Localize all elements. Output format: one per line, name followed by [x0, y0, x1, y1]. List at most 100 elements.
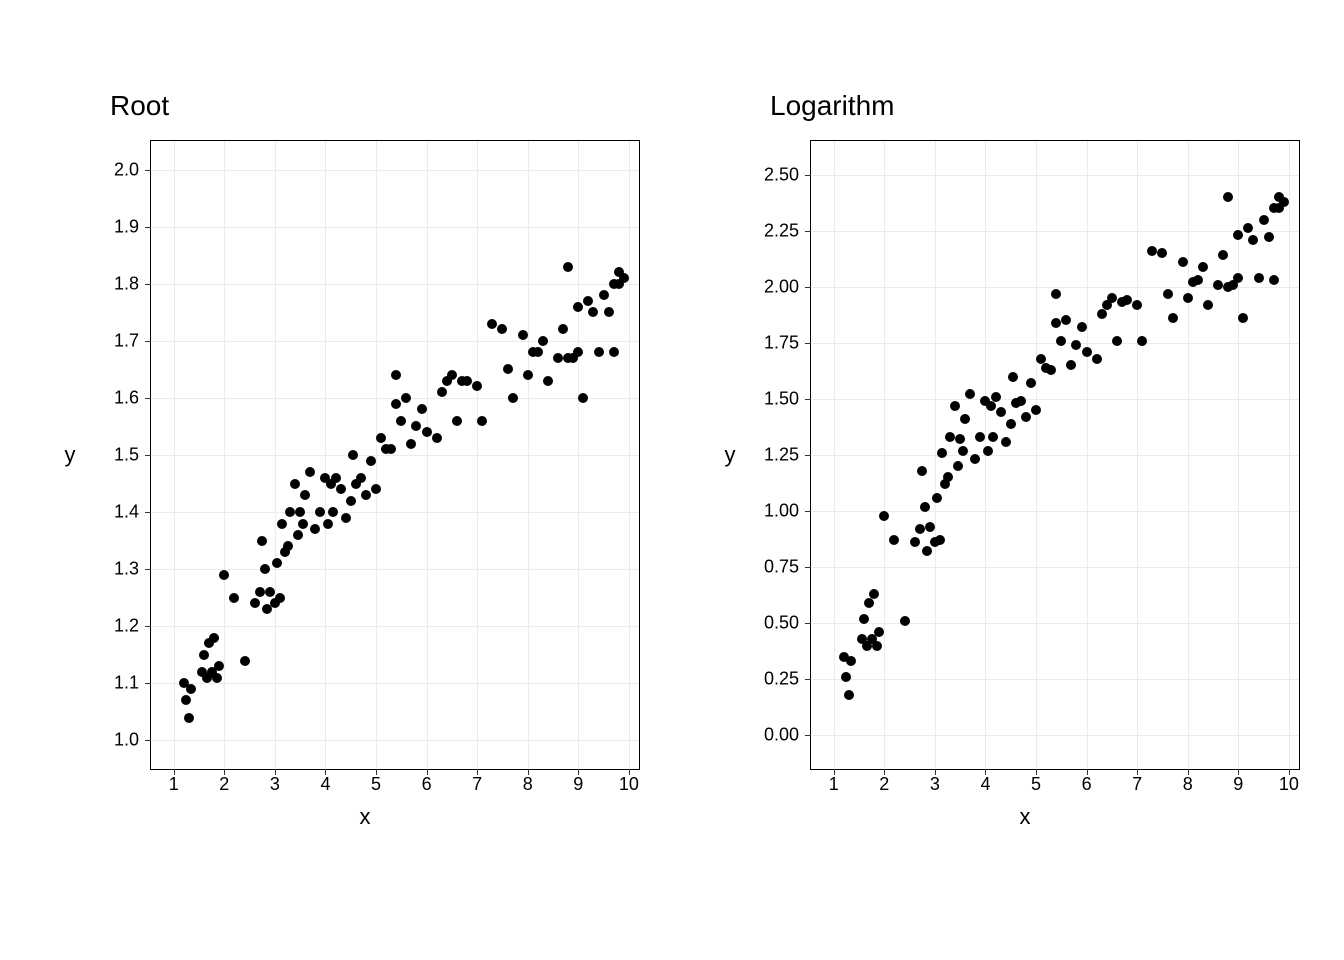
data-point — [578, 393, 588, 403]
data-point — [1107, 293, 1117, 303]
data-point — [472, 381, 482, 391]
tick-mark-y — [805, 679, 811, 680]
data-point — [1046, 365, 1056, 375]
data-point — [386, 444, 396, 454]
data-point — [275, 593, 285, 603]
tick-label-y: 1.25 — [764, 445, 799, 466]
data-point — [1021, 412, 1031, 422]
data-point — [497, 324, 507, 334]
data-point — [315, 507, 325, 517]
chart-canvas: Root y x 123456789101.01.11.21.31.41.51.… — [0, 0, 1344, 960]
data-point — [452, 416, 462, 426]
data-point — [975, 432, 985, 442]
data-point — [1168, 313, 1178, 323]
data-point — [518, 330, 528, 340]
data-point — [841, 672, 851, 682]
data-point — [920, 502, 930, 512]
data-point — [346, 496, 356, 506]
data-point — [411, 421, 421, 431]
tick-mark-y — [805, 623, 811, 624]
data-point — [214, 661, 224, 671]
tick-label-y: 1.50 — [764, 388, 799, 409]
tick-mark-y — [805, 511, 811, 512]
data-point — [932, 493, 942, 503]
data-point — [558, 324, 568, 334]
panel-root: Root y x 123456789101.01.11.21.31.41.51.… — [80, 110, 650, 850]
data-point — [336, 484, 346, 494]
data-point — [917, 466, 927, 476]
tick-mark-y — [805, 175, 811, 176]
data-point — [563, 262, 573, 272]
tick-label-y: 1.6 — [114, 387, 139, 408]
tick-mark-y — [145, 569, 151, 570]
data-point — [219, 570, 229, 580]
data-point — [361, 490, 371, 500]
data-point — [874, 627, 884, 637]
data-point — [986, 401, 996, 411]
tick-label-x: 10 — [619, 774, 639, 795]
y-axis-label-log: y — [725, 442, 736, 468]
data-point — [1112, 336, 1122, 346]
tick-mark-y — [805, 343, 811, 344]
data-point — [212, 673, 222, 683]
data-point — [1097, 309, 1107, 319]
data-point — [533, 347, 543, 357]
tick-mark-y — [805, 399, 811, 400]
data-point — [1233, 230, 1243, 240]
data-point — [609, 347, 619, 357]
tick-label-x: 7 — [472, 774, 482, 795]
data-point — [553, 353, 563, 363]
data-point — [1248, 235, 1258, 245]
data-point — [401, 393, 411, 403]
data-point — [300, 490, 310, 500]
tick-mark-y — [145, 227, 151, 228]
grid-line-horizontal — [811, 343, 1299, 344]
data-point — [983, 446, 993, 456]
tick-label-y: 1.1 — [114, 673, 139, 694]
data-point — [1269, 275, 1279, 285]
data-point — [846, 656, 856, 666]
tick-label-y: 2.0 — [114, 159, 139, 180]
data-point — [391, 399, 401, 409]
tick-label-x: 1 — [169, 774, 179, 795]
tick-mark-y — [145, 683, 151, 684]
data-point — [872, 641, 882, 651]
data-point — [859, 614, 869, 624]
tick-label-x: 8 — [523, 774, 533, 795]
data-point — [988, 432, 998, 442]
data-point — [422, 427, 432, 437]
plot-area-root: 123456789101.01.11.21.31.41.51.61.71.81.… — [150, 140, 640, 770]
tick-mark-y — [805, 231, 811, 232]
tick-label-x: 4 — [980, 774, 990, 795]
data-point — [447, 370, 457, 380]
tick-mark-y — [805, 287, 811, 288]
data-point — [1137, 336, 1147, 346]
data-point — [543, 376, 553, 386]
data-point — [341, 513, 351, 523]
data-point — [257, 536, 267, 546]
data-point — [1223, 192, 1233, 202]
data-point — [953, 461, 963, 471]
data-point — [396, 416, 406, 426]
tick-label-x: 4 — [320, 774, 330, 795]
data-point — [376, 433, 386, 443]
data-point — [604, 307, 614, 317]
data-point — [958, 446, 968, 456]
tick-mark-y — [145, 512, 151, 513]
tick-label-x: 2 — [879, 774, 889, 795]
data-point — [1213, 280, 1223, 290]
tick-label-x: 8 — [1183, 774, 1193, 795]
tick-label-y: 1.4 — [114, 502, 139, 523]
tick-mark-y — [145, 455, 151, 456]
data-point — [1233, 273, 1243, 283]
data-point — [328, 507, 338, 517]
grid-line-horizontal — [811, 399, 1299, 400]
data-point — [1203, 300, 1213, 310]
data-point — [1147, 246, 1157, 256]
data-point — [305, 467, 315, 477]
data-point — [1259, 215, 1269, 225]
data-point — [1178, 257, 1188, 267]
data-point — [1157, 248, 1167, 258]
data-point — [503, 364, 513, 374]
tick-mark-y — [145, 626, 151, 627]
